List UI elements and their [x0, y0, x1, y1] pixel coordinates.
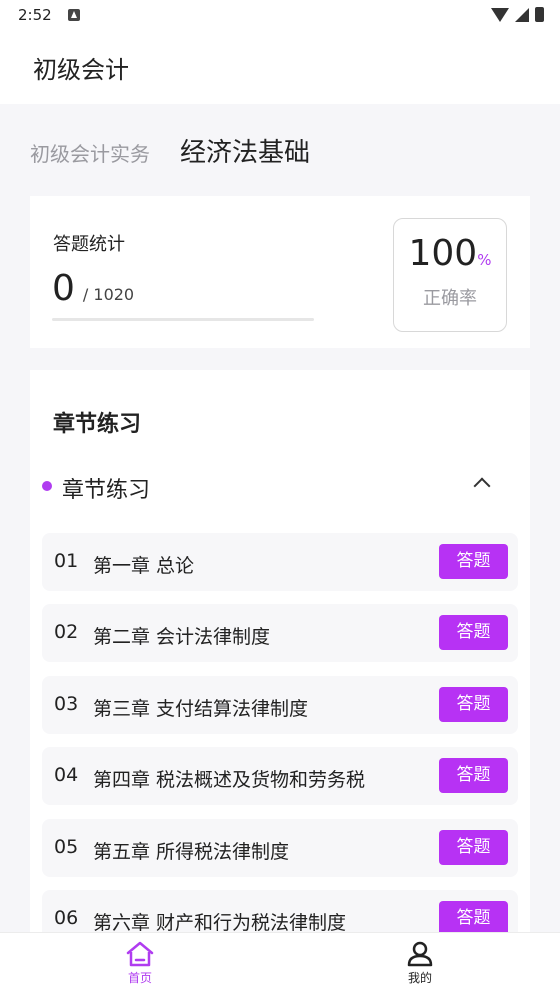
answer-button[interactable]: 答题 — [439, 829, 508, 865]
nav-home[interactable]: 首页 — [110, 941, 170, 986]
accuracy-label: 正确率 — [423, 288, 477, 309]
tab-practice[interactable]: 初级会计实务 — [30, 138, 150, 167]
nav-home-label: 首页 — [127, 971, 152, 985]
tab-economic-law[interactable]: 经济法基础 — [180, 132, 310, 169]
app-title: 初级会计 — [33, 56, 129, 84]
nav-mine[interactable]: 我的 — [390, 941, 450, 986]
chapter-group-header[interactable]: 章节练习 — [42, 470, 518, 504]
chevron-up-icon[interactable] — [473, 477, 491, 495]
answered-count: 0 — [52, 268, 75, 309]
chapter-title: 第五章 所得税法律制度 — [93, 840, 290, 863]
chapter-row[interactable]: 04 第四章 税法概述及货物和劳务税 答题 — [42, 747, 518, 806]
chapter-row[interactable]: 05 第五章 所得税法律制度 答题 — [42, 818, 518, 877]
chapter-number: 06 — [54, 906, 79, 929]
accuracy-box: 100% 正确率 — [393, 218, 507, 332]
status-bar: 2:52 — [0, 0, 560, 32]
profile-icon — [390, 941, 450, 967]
home-icon — [110, 941, 170, 967]
chapter-title: 第四章 税法概述及货物和劳务税 — [93, 769, 366, 792]
answer-count: 0 / 1020 — [52, 268, 134, 309]
chapter-row[interactable]: 02 第二章 会计法律制度 答题 — [42, 604, 518, 663]
stats-card: 答题统计 0 / 1020 100% 正确率 — [30, 196, 530, 348]
total-count: / 1020 — [82, 285, 135, 304]
chapter-title: 第二章 会计法律制度 — [93, 626, 271, 649]
chapter-title: 第六章 财产和行为税法律制度 — [93, 911, 347, 934]
bottom-nav: 首页 我的 — [0, 932, 560, 996]
chapter-number: 05 — [54, 835, 79, 858]
accuracy-value: 100 — [408, 233, 478, 274]
system-icons — [491, 7, 544, 22]
chapter-list: 01 第一章 总论 答题 02 第二章 会计法律制度 答题 03 第三章 支付结… — [42, 533, 518, 940]
chapter-number: 01 — [54, 550, 79, 572]
chapter-row[interactable]: 01 第一章 总论 答题 — [42, 533, 518, 591]
chapter-number: 02 — [54, 621, 79, 644]
accuracy-unit: % — [477, 251, 492, 269]
battery-icon — [535, 7, 544, 22]
progress-bar — [52, 318, 314, 321]
answer-button[interactable]: 答题 — [439, 615, 508, 651]
chapter-group-label: 章节练习 — [62, 478, 151, 503]
app-bar: 初级会计 — [0, 32, 560, 104]
signal-icon — [515, 8, 529, 22]
answer-button[interactable]: 答题 — [439, 544, 508, 579]
status-time: 2:52 — [18, 6, 52, 24]
chapter-row[interactable]: 03 第三章 支付结算法律制度 答题 — [42, 675, 518, 734]
chapter-card: 章节练习 章节练习 01 第一章 总论 答题 02 第二章 会计法律制度 答题 … — [30, 370, 530, 940]
nav-mine-label: 我的 — [407, 971, 432, 985]
chapter-title: 第三章 支付结算法律制度 — [93, 697, 309, 720]
notification-icon — [68, 9, 80, 21]
wifi-icon — [491, 8, 509, 22]
answer-button[interactable]: 答题 — [439, 900, 508, 936]
bullet-dot-icon — [42, 481, 52, 491]
subject-tabs: 初级会计实务 经济法基础 — [30, 132, 310, 169]
answer-button[interactable]: 答题 — [439, 686, 508, 722]
chapter-title: 第一章 总论 — [93, 555, 195, 577]
chapter-number: 04 — [54, 764, 79, 787]
section-title: 章节练习 — [53, 412, 142, 437]
answer-button[interactable]: 答题 — [439, 758, 508, 794]
chapter-number: 03 — [54, 692, 79, 715]
stats-label: 答题统计 — [53, 234, 125, 255]
